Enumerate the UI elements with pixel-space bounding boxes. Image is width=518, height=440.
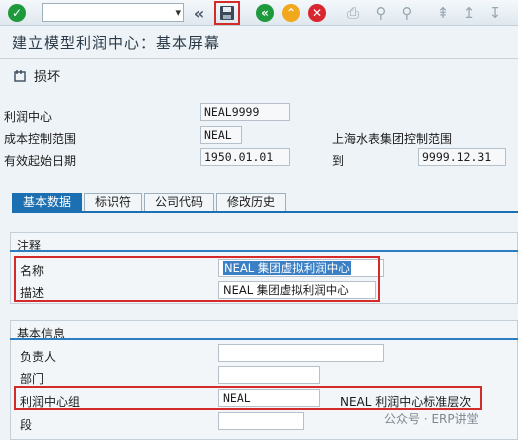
tab-strip: 基本数据 标识符 公司代码 修改历史 bbox=[12, 193, 288, 211]
back-icon[interactable]: « bbox=[254, 2, 276, 24]
watermark-text: 公众号 · ERP讲堂 bbox=[384, 412, 479, 426]
back-arrows-icon[interactable]: « bbox=[188, 2, 210, 24]
find-icon[interactable]: ⚲ bbox=[370, 2, 392, 24]
wrench-icon bbox=[14, 69, 26, 82]
tab-change-history[interactable]: 修改历史 bbox=[216, 193, 287, 211]
cancel-icon[interactable]: ✕ bbox=[306, 2, 328, 24]
valid-from-field[interactable]: 1950.01.01 bbox=[200, 148, 290, 166]
valid-from-label: 有效起始日期 bbox=[4, 154, 77, 168]
page-title: 建立模型利润中心：基本屏幕 bbox=[12, 34, 221, 52]
profit-center-label: 利润中心 bbox=[4, 110, 53, 124]
first-page-icon[interactable]: ⇞ bbox=[432, 2, 454, 24]
watermark: 公众号 · ERP讲堂 bbox=[384, 410, 479, 427]
damage-button-label: 损坏 bbox=[34, 70, 61, 85]
find-next-icon[interactable]: ⚲ bbox=[396, 2, 418, 24]
controlling-area-label: 成本控制范围 bbox=[4, 132, 77, 146]
tab-company-codes[interactable]: 公司代码 bbox=[144, 193, 215, 211]
notes-group-line bbox=[10, 250, 518, 252]
application-toolbar: ✓ ▾ « « ⌃ ✕ ⎙ ⚲ ⚲ ⇞ ↥ ↧ bbox=[0, 0, 518, 26]
tab-underline bbox=[12, 211, 518, 213]
damage-button[interactable]: 损坏 bbox=[14, 66, 60, 85]
tab-indicators[interactable]: 标识符 bbox=[84, 193, 143, 211]
previous-page-icon[interactable]: ↥ bbox=[458, 2, 480, 24]
save-icon[interactable] bbox=[214, 1, 240, 25]
department-field[interactable] bbox=[218, 366, 320, 384]
valid-to-label: 到 bbox=[332, 154, 345, 168]
enter-icon[interactable]: ✓ bbox=[6, 2, 28, 24]
owner-field[interactable] bbox=[218, 344, 384, 362]
valid-to-field[interactable]: 9999.12.31 bbox=[418, 148, 506, 166]
notes-highlight-frame bbox=[14, 256, 380, 302]
next-page-icon[interactable]: ↧ bbox=[484, 2, 506, 24]
segment-field[interactable] bbox=[218, 412, 304, 430]
controlling-area-field[interactable]: NEAL bbox=[200, 126, 242, 144]
basic-info-group-line bbox=[10, 338, 518, 340]
controlling-area-description: 上海水表集团控制范围 bbox=[332, 132, 453, 146]
segment-label: 段 bbox=[20, 418, 33, 432]
profit-center-field[interactable]: NEAL9999 bbox=[200, 103, 290, 121]
owner-label: 负责人 bbox=[20, 350, 57, 364]
pc-group-highlight-frame bbox=[14, 386, 482, 410]
chevron-down-icon[interactable]: ▾ bbox=[175, 4, 181, 21]
exit-icon[interactable]: ⌃ bbox=[280, 2, 302, 24]
tab-basic-data[interactable]: 基本数据 bbox=[12, 193, 83, 211]
command-field[interactable]: ▾ bbox=[42, 3, 184, 22]
title-separator bbox=[0, 58, 518, 59]
print-icon[interactable]: ⎙ bbox=[342, 2, 364, 24]
department-label: 部门 bbox=[20, 372, 45, 386]
